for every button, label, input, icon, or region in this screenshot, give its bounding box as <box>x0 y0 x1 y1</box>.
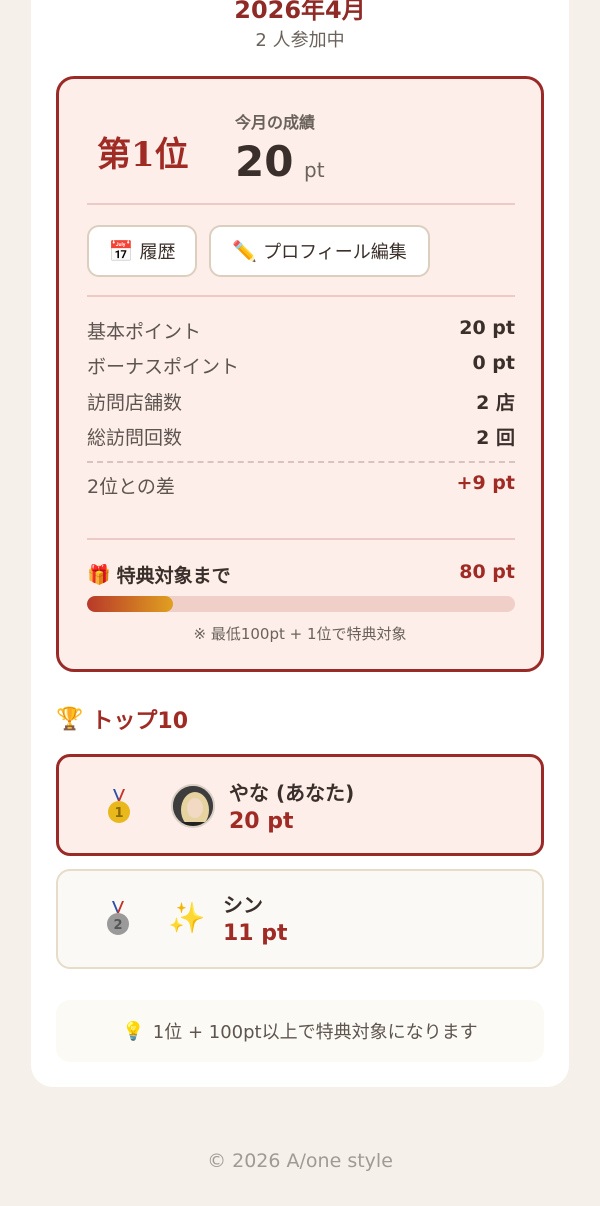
calendar-icon: 📅 <box>108 239 134 263</box>
top10-header: 🏆 トップ10 <box>56 703 188 735</box>
trophy-icon: 🏆 <box>56 706 84 732</box>
diff-label: 2位との差 <box>87 476 175 498</box>
stat-label: 訪問店舗数 <box>87 392 183 414</box>
dashed-divider <box>87 461 515 463</box>
svg-text:2: 2 <box>113 918 122 933</box>
benefit-remaining: 80 pt <box>459 561 515 583</box>
history-button-label: 履歴 <box>139 242 176 263</box>
stat-label: ボーナスポイント <box>87 356 240 378</box>
stat-row: 基本ポイント 20 pt <box>87 317 515 344</box>
ranking-card: 2026年4月 2 人参加中 第1位 今月の成績 20 pt 📅 履歴 ✏️ プ… <box>31 0 569 1087</box>
footer-copyright: © 2026 A/one style <box>207 1150 393 1172</box>
month-title: 2026年4月 <box>234 0 366 24</box>
month-score-unit: pt <box>304 158 325 182</box>
stat-label: 基本ポイント <box>87 321 202 343</box>
stat-value: 20 pt <box>459 317 515 339</box>
entry-points: 11 pt <box>223 921 288 946</box>
divider <box>87 295 515 297</box>
pencil-icon: ✏️ <box>232 239 258 263</box>
rank-position: 第1位 <box>97 135 189 175</box>
stat-row: ボーナスポイント 0 pt <box>87 352 515 379</box>
sparkle-icon: ✨ <box>168 901 206 936</box>
benefit-progress-bar <box>87 596 515 612</box>
second-place-diff-row: 2位との差 +9 pt <box>87 472 515 499</box>
ranking-entry[interactable]: 2 ✨ シン 11 pt <box>56 869 544 969</box>
stat-value: 2 回 <box>476 427 515 449</box>
benefit-note: ※ 最低100pt + 1位で特典対象 <box>193 625 407 643</box>
gift-icon: 🎁 <box>87 564 111 586</box>
info-tip: 💡 1位 + 100pt以上で特典対象になります <box>56 1000 544 1062</box>
avatar <box>171 784 215 828</box>
gold-medal-icon: 1 <box>108 789 130 823</box>
month-score-value: 20 <box>235 137 294 186</box>
divider <box>87 538 515 540</box>
entry-name: やな (あなた) <box>229 781 355 805</box>
entry-name: シン <box>223 893 263 917</box>
svg-text:1: 1 <box>114 806 123 821</box>
benefit-row: 🎁 特典対象まで 80 pt <box>87 561 515 588</box>
diff-value: +9 pt <box>456 472 515 494</box>
month-score-label: 今月の成績 <box>235 113 316 132</box>
top10-title: トップ10 <box>91 709 189 734</box>
ranking-entry-me[interactable]: 1 やな (あなた) 20 pt <box>56 754 544 856</box>
benefit-label-group: 🎁 特典対象まで <box>87 561 231 588</box>
silver-medal-icon: 2 <box>107 901 129 935</box>
benefit-label: 特典対象まで <box>116 565 231 587</box>
profile-edit-button[interactable]: ✏️ プロフィール編集 <box>209 225 430 277</box>
participant-count: 2 人参加中 <box>255 30 345 51</box>
tip-text: 1位 + 100pt以上で特典対象になります <box>152 1022 478 1043</box>
stat-value: 0 pt <box>472 352 515 374</box>
profile-edit-button-label: プロフィール編集 <box>263 242 407 263</box>
benefit-progress-fill <box>87 596 173 612</box>
my-rank-box: 第1位 今月の成績 20 pt 📅 履歴 ✏️ プロフィール編集 基本ポイント … <box>56 76 544 672</box>
stat-value: 2 店 <box>476 392 515 414</box>
divider <box>87 203 515 205</box>
stat-row: 訪問店舗数 2 店 <box>87 388 515 415</box>
entry-points: 20 pt <box>229 809 294 834</box>
stat-label: 総訪問回数 <box>87 427 183 449</box>
stat-row: 総訪問回数 2 回 <box>87 423 515 450</box>
lightbulb-icon: 💡 <box>122 1020 145 1042</box>
history-button[interactable]: 📅 履歴 <box>87 225 197 277</box>
